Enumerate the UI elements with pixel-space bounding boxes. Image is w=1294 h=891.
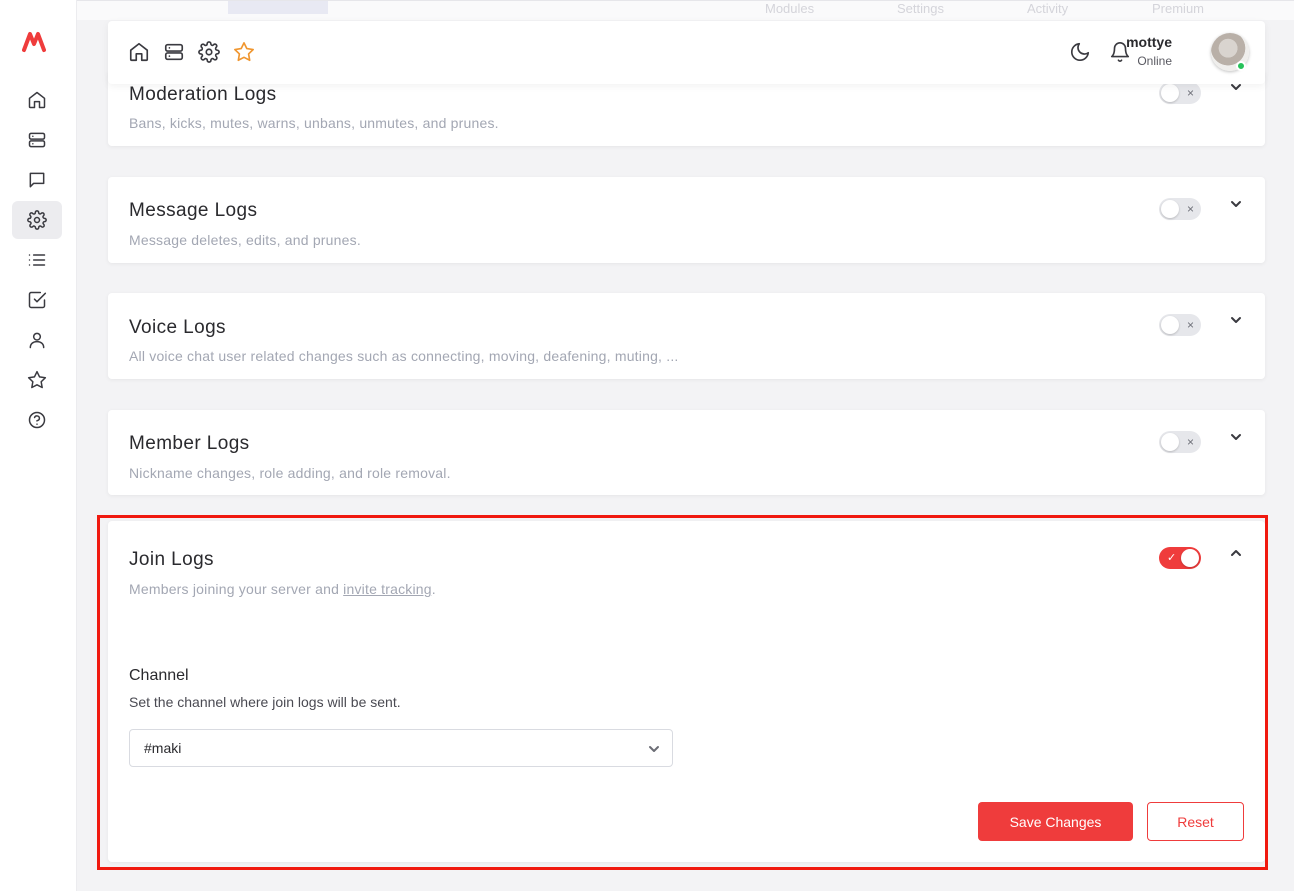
channel-label: Channel [129,667,189,684]
star-icon[interactable] [233,41,255,63]
star-icon [27,370,47,389]
chevron-down-icon[interactable] [1229,197,1243,211]
chevron-up-icon[interactable] [1229,546,1243,560]
sidebar-item-list[interactable] [12,241,62,279]
toggle-check-icon: ✓ [1167,552,1177,564]
home-icon[interactable] [128,41,150,63]
user-status: Online [1137,54,1172,68]
toggle-knob [1161,433,1179,451]
channel-select-value: #maki [144,740,182,756]
save-changes-button[interactable]: Save Changes [978,802,1133,841]
description-suffix: . [431,581,436,597]
invite-tracking-link[interactable]: invite tracking [343,581,432,597]
channel-help-text: Set the channel where join logs will be … [129,694,401,710]
home-icon [28,91,46,109]
toggle-voice-logs[interactable]: × [1159,314,1201,336]
background-tab-active [228,1,328,14]
user-icon [29,332,45,349]
toggle-off-icon: × [1186,435,1194,449]
help-icon [28,411,46,429]
sidebar-item-servers[interactable] [12,121,62,159]
card-description: Message deletes, edits, and prunes. [129,232,361,248]
sidebar-item-users[interactable] [12,321,62,359]
sidebar-item-settings[interactable] [12,201,62,239]
card-message-logs: Message Logs Message deletes, edits, and… [108,177,1265,263]
card-join-logs: Join Logs Members joining your server an… [108,521,1265,862]
logo[interactable] [22,30,50,54]
gear-icon[interactable] [198,41,220,63]
toggle-moderation-logs[interactable]: × [1159,82,1201,104]
background-tabs: Modules Settings Activity Premium [77,0,1294,20]
sidebar-item-tasks[interactable] [12,281,62,319]
chevron-down-icon [648,742,660,754]
server-icon[interactable] [163,41,185,63]
moon-icon[interactable] [1069,41,1091,63]
server-icon [28,132,46,148]
chevron-down-icon[interactable] [1229,430,1243,444]
sidebar-item-premium[interactable] [12,361,62,399]
toggle-off-icon: × [1186,86,1194,100]
online-status-dot [1236,61,1246,71]
toggle-join-logs[interactable]: ✓ [1159,547,1201,569]
card-title: Message Logs [129,200,258,221]
tab-settings[interactable]: Settings [897,1,944,16]
toggle-message-logs[interactable]: × [1159,198,1201,220]
toggle-knob [1161,316,1179,334]
toggle-knob [1161,200,1179,218]
gear-icon [27,210,47,230]
checkbox-icon [28,291,47,309]
chevron-down-icon[interactable] [1229,313,1243,327]
sidebar [0,0,77,891]
sidebar-item-help[interactable] [12,401,62,439]
sidebar-item-messages[interactable] [12,161,62,199]
message-icon [29,172,45,188]
reset-button[interactable]: Reset [1147,802,1244,841]
sidebar-item-home[interactable] [12,81,62,119]
toggle-knob [1161,84,1179,102]
channel-select[interactable]: #maki [129,729,673,767]
list-icon [28,254,46,266]
card-title: Voice Logs [129,317,226,338]
card-description: Members joining your server and invite t… [129,581,436,597]
toggle-off-icon: × [1186,318,1194,332]
card-title: Moderation Logs [129,84,277,105]
card-voice-logs: Voice Logs All voice chat user related c… [108,293,1265,379]
card-description: Nickname changes, role adding, and role … [129,465,451,481]
card-description: All voice chat user related changes such… [129,348,679,364]
top-bar: mottye Online [108,21,1265,84]
card-description: Bans, kicks, mutes, warns, unbans, unmut… [129,115,499,131]
toggle-off-icon: × [1186,202,1194,216]
tab-activity[interactable]: Activity [1027,1,1068,16]
tab-modules[interactable]: Modules [765,1,814,16]
description-text: Members joining your server and [129,581,344,597]
card-title: Join Logs [129,549,214,570]
card-member-logs: Member Logs Nickname changes, role addin… [108,410,1265,495]
user-name[interactable]: mottye [1126,34,1172,50]
tab-premium[interactable]: Premium [1152,1,1204,16]
toggle-knob [1181,549,1199,567]
card-title: Member Logs [129,433,250,454]
toggle-member-logs[interactable]: × [1159,431,1201,453]
